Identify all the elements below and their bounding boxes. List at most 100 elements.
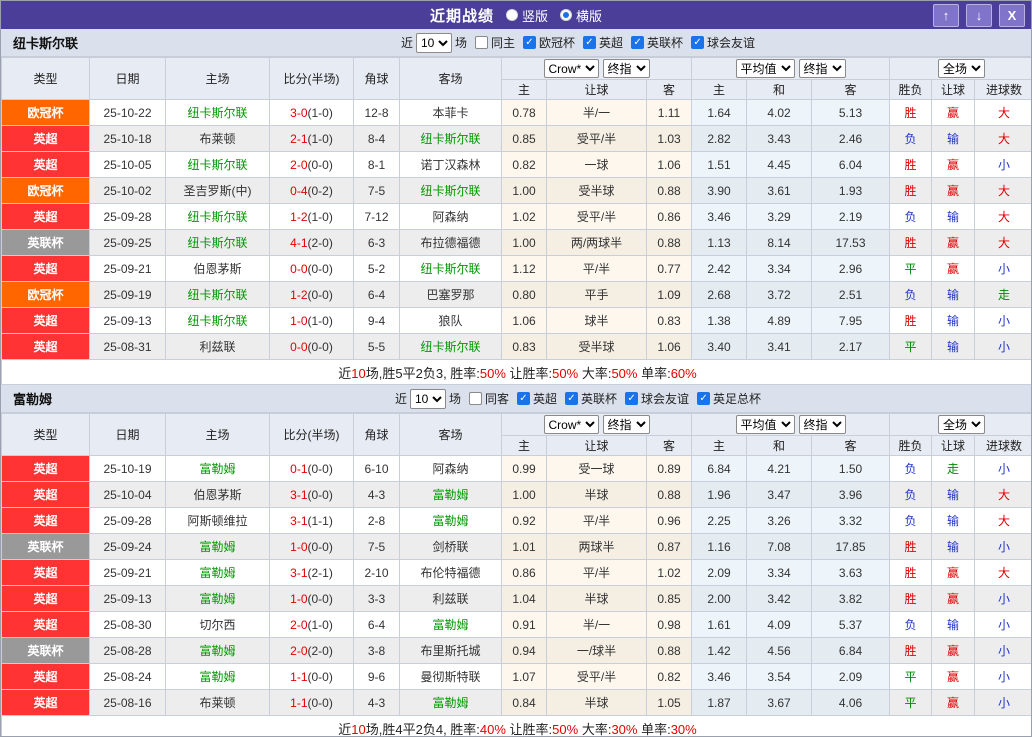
scope-select[interactable]: 全场 [938, 415, 985, 434]
scope-select[interactable]: 全场 [938, 59, 985, 78]
result-wdl: 负 [890, 126, 932, 152]
league-type-badge: 英联杯 [2, 230, 90, 256]
league-checkbox[interactable]: ✓ [565, 392, 578, 405]
home-team: 布莱顿 [166, 690, 270, 716]
league-checkbox[interactable]: ✓ [625, 392, 638, 405]
result-wdl: 胜 [890, 178, 932, 204]
average-select[interactable]: 平均值 [736, 59, 795, 78]
titlebar: 近期战绩 竖版 横版 ↑ ↓ X [1, 1, 1031, 29]
league-checkbox[interactable]: ✓ [697, 392, 710, 405]
sub-column-header: 让球 [547, 80, 647, 100]
move-up-button[interactable]: ↑ [933, 4, 959, 27]
odds-home: 0.78 [502, 100, 547, 126]
avg-draw: 3.61 [747, 178, 812, 204]
match-date: 25-08-30 [90, 612, 166, 638]
result-handicap: 赢 [932, 256, 975, 282]
odds-handicap: 受一球 [547, 456, 647, 482]
radio-vertical-option[interactable]: 竖版 [506, 6, 548, 25]
score: 1-2(0-0) [270, 282, 354, 308]
odds-handicap: 平/半 [547, 508, 647, 534]
column-header: 日期 [90, 58, 166, 100]
avg-away: 2.17 [812, 334, 890, 360]
radio-horizontal-icon[interactable] [560, 9, 572, 21]
odds-away: 1.02 [647, 560, 692, 586]
avg-away: 6.04 [812, 152, 890, 178]
odds-handicap: 两球半 [547, 534, 647, 560]
avg-away: 6.84 [812, 638, 890, 664]
result-handicap: 赢 [932, 638, 975, 664]
league-type-badge: 欧冠杯 [2, 178, 90, 204]
match-row: 英联杯25-09-24富勒姆1-0(0-0)7-5剑桥联1.01两球半0.871… [2, 534, 1032, 560]
league-checkbox[interactable]: ✓ [631, 36, 644, 49]
move-down-button[interactable]: ↓ [966, 4, 992, 27]
corner-count: 4-3 [354, 482, 400, 508]
odds-home: 0.86 [502, 560, 547, 586]
result-goals: 小 [975, 586, 1032, 612]
result-handicap: 赢 [932, 178, 975, 204]
home-team: 富勒姆 [166, 586, 270, 612]
league-type-badge: 英超 [2, 456, 90, 482]
result-goals: 小 [975, 256, 1032, 282]
average-select[interactable]: 平均值 [736, 415, 795, 434]
home-team: 布莱顿 [166, 126, 270, 152]
league-checkbox[interactable]: ✓ [517, 392, 530, 405]
recent-label: 近 [395, 390, 407, 407]
sub-column-header: 客 [812, 80, 890, 100]
sub-column-header: 客 [812, 436, 890, 456]
radio-horizontal-option[interactable]: 横版 [560, 6, 602, 25]
result-wdl: 胜 [890, 308, 932, 334]
same-venue-checkbox[interactable] [469, 392, 482, 405]
result-goals: 小 [975, 308, 1032, 334]
section-filterbar: 纽卡斯尔联近10场同主✓欧冠杯✓英超✓英联杯✓球会友谊 [1, 29, 1031, 57]
league-type-badge: 英超 [2, 204, 90, 230]
odds-home: 1.12 [502, 256, 547, 282]
avg-time-select[interactable]: 终指 [799, 415, 846, 434]
away-team: 阿森纳 [400, 456, 502, 482]
odds-time-select[interactable]: 终指 [603, 415, 650, 434]
avg-home: 1.61 [692, 612, 747, 638]
odds-time-select[interactable]: 终指 [603, 59, 650, 78]
odds-away: 0.77 [647, 256, 692, 282]
sub-column-header: 主 [502, 436, 547, 456]
avg-time-select[interactable]: 终指 [799, 59, 846, 78]
matches-label: 场 [449, 390, 461, 407]
sub-column-header: 胜负 [890, 80, 932, 100]
league-checkbox-label: 英超 [599, 34, 623, 51]
away-team: 富勒姆 [400, 482, 502, 508]
score: 0-0(0-0) [270, 256, 354, 282]
match-date: 25-10-02 [90, 178, 166, 204]
sub-column-header: 和 [747, 80, 812, 100]
avg-home: 3.46 [692, 664, 747, 690]
same-venue-checkbox[interactable] [475, 36, 488, 49]
bookmaker-select[interactable]: Crow* [544, 59, 599, 78]
result-handicap: 输 [932, 126, 975, 152]
avg-away: 2.96 [812, 256, 890, 282]
radio-vertical-icon[interactable] [506, 9, 518, 21]
odds-handicap: 受平/半 [547, 126, 647, 152]
league-type-badge: 英超 [2, 482, 90, 508]
match-date: 25-09-21 [90, 256, 166, 282]
close-button[interactable]: X [999, 4, 1025, 27]
home-team: 阿斯顿维拉 [166, 508, 270, 534]
result-goals: 走 [975, 282, 1032, 308]
odds-source-header: Crow*终指 [502, 58, 692, 80]
match-row: 英超25-09-21富勒姆3-1(2-1)2-10布伦特福德0.86平/半1.0… [2, 560, 1032, 586]
avg-draw: 3.42 [747, 586, 812, 612]
bookmaker-select[interactable]: Crow* [544, 415, 599, 434]
odds-away: 1.05 [647, 690, 692, 716]
recent-count-select[interactable]: 10 [410, 389, 446, 409]
away-team: 剑桥联 [400, 534, 502, 560]
score: 0-4(0-2) [270, 178, 354, 204]
odds-away: 0.88 [647, 178, 692, 204]
match-date: 25-10-05 [90, 152, 166, 178]
league-checkbox[interactable]: ✓ [523, 36, 536, 49]
odds-away: 0.83 [647, 308, 692, 334]
corner-count: 4-3 [354, 690, 400, 716]
result-wdl: 负 [890, 204, 932, 230]
league-checkbox[interactable]: ✓ [583, 36, 596, 49]
league-checkbox[interactable]: ✓ [691, 36, 704, 49]
home-team: 纽卡斯尔联 [166, 100, 270, 126]
match-row: 欧冠杯25-10-02圣吉罗斯(中)0-4(0-2)7-5纽卡斯尔联1.00受半… [2, 178, 1032, 204]
home-team: 富勒姆 [166, 456, 270, 482]
recent-count-select[interactable]: 10 [416, 33, 452, 53]
